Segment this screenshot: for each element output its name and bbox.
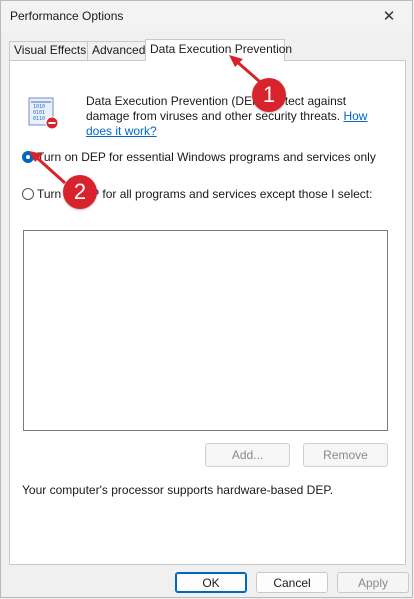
dep-description-text-1: Data Execution Prevention (DEP)	[86, 94, 268, 108]
remove-button[interactable]: Remove	[303, 443, 388, 467]
ok-button[interactable]: OK	[175, 572, 247, 593]
all-programs-radio[interactable]	[22, 188, 34, 200]
apply-button[interactable]: Apply	[337, 572, 409, 593]
dep-shield-icon: 1010 0101 0110	[28, 97, 59, 130]
cancel-button[interactable]: Cancel	[256, 572, 328, 593]
svg-text:0110: 0110	[33, 116, 45, 122]
add-button[interactable]: Add...	[205, 443, 290, 467]
all-programs-radio-label-suffix: P for all programs and services except t…	[91, 187, 373, 201]
annotation-badge-2: 2	[63, 175, 97, 209]
dep-panel: 1010 0101 0110 Data Execution Prevention…	[9, 60, 406, 565]
window-title: Performance Options	[10, 9, 124, 23]
dep-description: Data Execution Prevention (DEP) protect …	[86, 94, 376, 139]
essential-radio-label: Turn on DEP for essential Windows progra…	[37, 150, 376, 164]
dep-status-text: Your computer's processor supports hardw…	[22, 483, 334, 497]
excluded-programs-list[interactable]	[23, 230, 388, 431]
tab-advanced[interactable]: Advanced	[87, 41, 146, 60]
close-icon[interactable]: ✕	[366, 1, 412, 31]
title-bar: Performance Options ✕	[1, 1, 412, 31]
essential-radio[interactable]	[22, 151, 34, 163]
performance-options-window: Performance Options ✕ Visual Effects Adv…	[0, 0, 413, 598]
tab-visual-effects[interactable]: Visual Effects	[9, 41, 88, 60]
tab-data-execution-prevention[interactable]: Data Execution Prevention	[145, 39, 292, 61]
annotation-badge-1: 1	[252, 78, 286, 112]
option-essential-row[interactable]: Turn on DEP for essential Windows progra…	[22, 150, 376, 164]
all-programs-radio-label-prefix: Turn	[37, 187, 62, 201]
